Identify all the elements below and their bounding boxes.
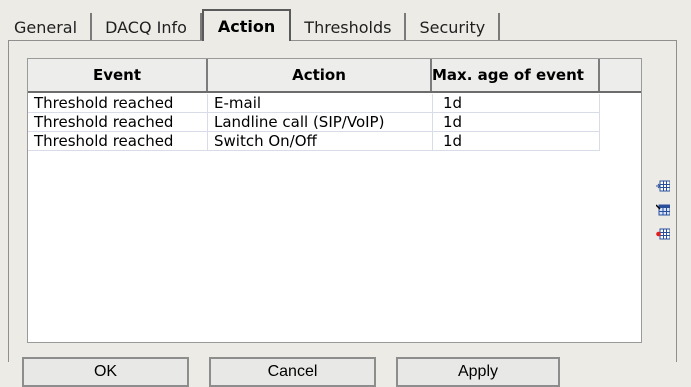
cell-event: Threshold reached xyxy=(28,132,208,151)
cell-action: Switch On/Off xyxy=(208,132,433,151)
tab-dacq-info[interactable]: DACQ Info xyxy=(92,13,202,41)
actions-table: Event Action Max. age of event Threshold… xyxy=(27,58,642,343)
cell-action: E-mail xyxy=(208,94,433,113)
cell-event: Threshold reached xyxy=(28,94,208,113)
column-header-event[interactable]: Event xyxy=(28,59,208,91)
delete-row-icon[interactable] xyxy=(656,228,670,240)
cell-max-age: 1d xyxy=(433,132,600,151)
edit-row-icon[interactable] xyxy=(656,204,670,216)
cell-max-age: 1d xyxy=(433,94,600,113)
ok-button[interactable]: OK xyxy=(22,357,189,387)
table-row[interactable]: Threshold reached Landline call (SIP/VoI… xyxy=(28,113,600,132)
add-row-icon[interactable] xyxy=(656,180,670,192)
column-header-action[interactable]: Action xyxy=(208,59,432,91)
row-action-toolbar xyxy=(656,180,670,240)
table-header: Event Action Max. age of event xyxy=(28,59,641,93)
tab-bar: General DACQ Info Action Thresholds Secu… xyxy=(14,9,501,41)
column-header-spacer xyxy=(600,59,639,91)
table-body: Threshold reached E-mail 1d Threshold re… xyxy=(28,94,600,151)
tab-general[interactable]: General xyxy=(14,13,93,41)
tab-action[interactable]: Action xyxy=(201,9,292,41)
cell-event: Threshold reached xyxy=(28,113,208,132)
cell-action: Landline call (SIP/VoIP) xyxy=(208,113,433,132)
table-row[interactable]: Threshold reached E-mail 1d xyxy=(28,94,600,113)
column-header-max-age[interactable]: Max. age of event xyxy=(432,59,600,91)
cell-max-age: 1d xyxy=(433,113,600,132)
tab-security[interactable]: Security xyxy=(406,13,501,41)
tab-thresholds[interactable]: Thresholds xyxy=(291,13,407,41)
cancel-button[interactable]: Cancel xyxy=(209,357,376,387)
dialog-buttons: OK Cancel Apply xyxy=(22,357,560,387)
apply-button[interactable]: Apply xyxy=(396,357,560,387)
table-row[interactable]: Threshold reached Switch On/Off 1d xyxy=(28,132,600,151)
